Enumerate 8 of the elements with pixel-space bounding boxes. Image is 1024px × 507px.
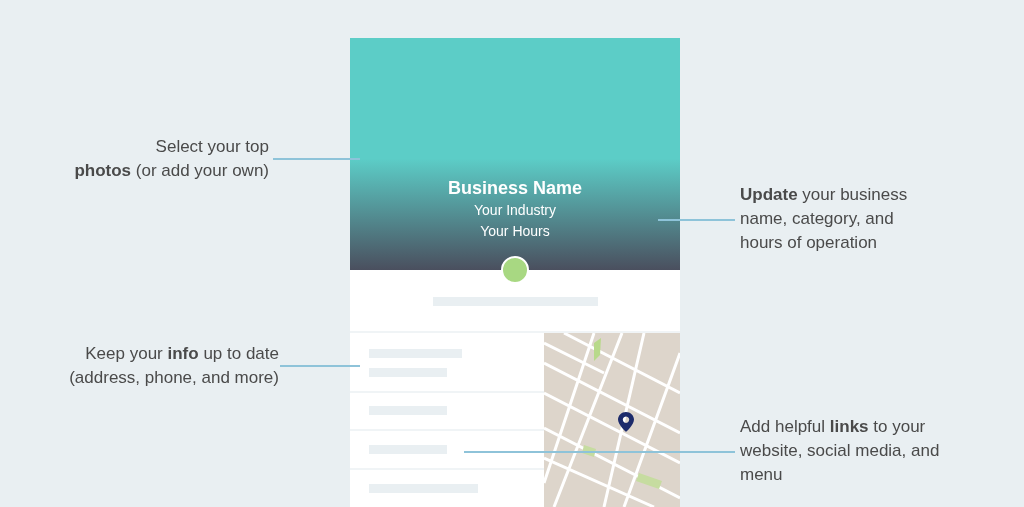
- annotation-text: Keep your info up to date (address, phone, and more): [69, 343, 279, 389]
- business-name: Business Name: [447, 177, 583, 199]
- annotation-text: Update your business name, category, and hours of operation: [740, 184, 908, 254]
- annotation-text: Select your top photos (or add your own): [74, 136, 269, 182]
- annotation-text: Add helpful links to your website, social media, and menu: [740, 416, 940, 486]
- hours-text: Your Hours: [480, 222, 550, 241]
- map-pin-icon: [618, 412, 634, 432]
- industry-text: Your Industry: [474, 201, 556, 220]
